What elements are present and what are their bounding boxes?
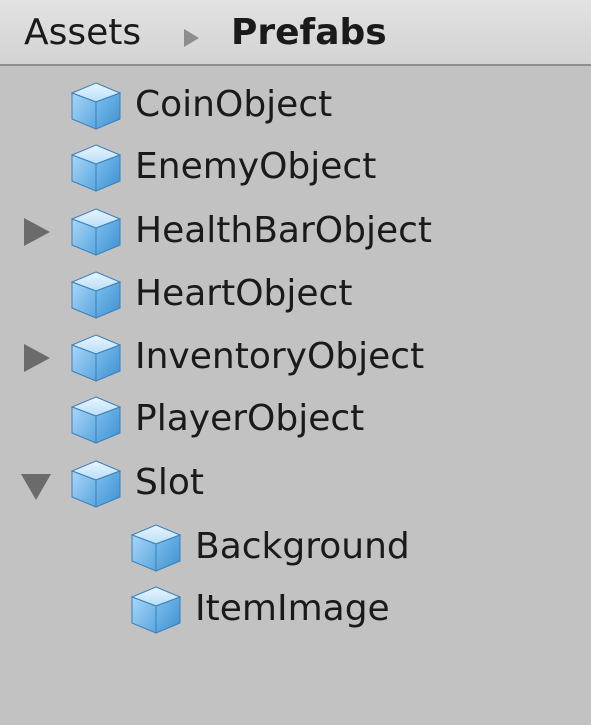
prefab-cube-icon — [67, 394, 125, 446]
prefab-cube-icon — [67, 332, 125, 384]
tree-item-label: EnemyObject — [135, 146, 377, 187]
prefab-cube-icon — [67, 458, 125, 510]
prefab-cube-icon — [127, 522, 185, 574]
tree-item-label: ItemImage — [195, 588, 390, 629]
project-panel: Assets Prefabs CoinObject EnemyObject He… — [0, 0, 591, 725]
foldout-arrow-right-icon[interactable] — [18, 216, 54, 248]
prefab-cube-icon — [67, 142, 125, 194]
prefab-tree: CoinObject EnemyObject HealthBarObject H… — [0, 66, 591, 725]
tree-item-enemyobject[interactable]: EnemyObject — [0, 138, 591, 198]
breadcrumb-prefabs[interactable]: Prefabs — [231, 10, 387, 56]
tree-item-slot[interactable]: Slot — [0, 454, 591, 514]
prefab-cube-icon — [67, 269, 125, 321]
tree-item-heartobject[interactable]: HeartObject — [0, 265, 591, 325]
tree-item-label: CoinObject — [135, 84, 333, 125]
tree-item-coinobject[interactable]: CoinObject — [0, 76, 591, 136]
tree-item-healthbarobject[interactable]: HealthBarObject — [0, 202, 591, 262]
tree-item-label: HeartObject — [135, 273, 353, 314]
tree-item-label: PlayerObject — [135, 398, 365, 439]
foldout-arrow-down-icon[interactable] — [18, 468, 54, 500]
tree-item-inventoryobject[interactable]: InventoryObject — [0, 328, 591, 388]
tree-item-label: Slot — [135, 462, 204, 503]
tree-item-itemimage[interactable]: ItemImage — [0, 580, 591, 640]
prefab-cube-icon — [67, 80, 125, 132]
tree-item-background[interactable]: Background — [0, 518, 591, 578]
tree-item-label: Background — [195, 526, 410, 567]
foldout-arrow-right-icon[interactable] — [18, 342, 54, 374]
breadcrumb-arrow-icon — [184, 29, 199, 47]
tree-item-label: HealthBarObject — [135, 210, 433, 251]
breadcrumb-assets[interactable]: Assets — [24, 10, 141, 56]
prefab-cube-icon — [67, 206, 125, 258]
breadcrumb: Assets Prefabs — [0, 0, 591, 66]
tree-item-label: InventoryObject — [135, 336, 425, 377]
tree-item-playerobject[interactable]: PlayerObject — [0, 390, 591, 450]
prefab-cube-icon — [127, 584, 185, 636]
